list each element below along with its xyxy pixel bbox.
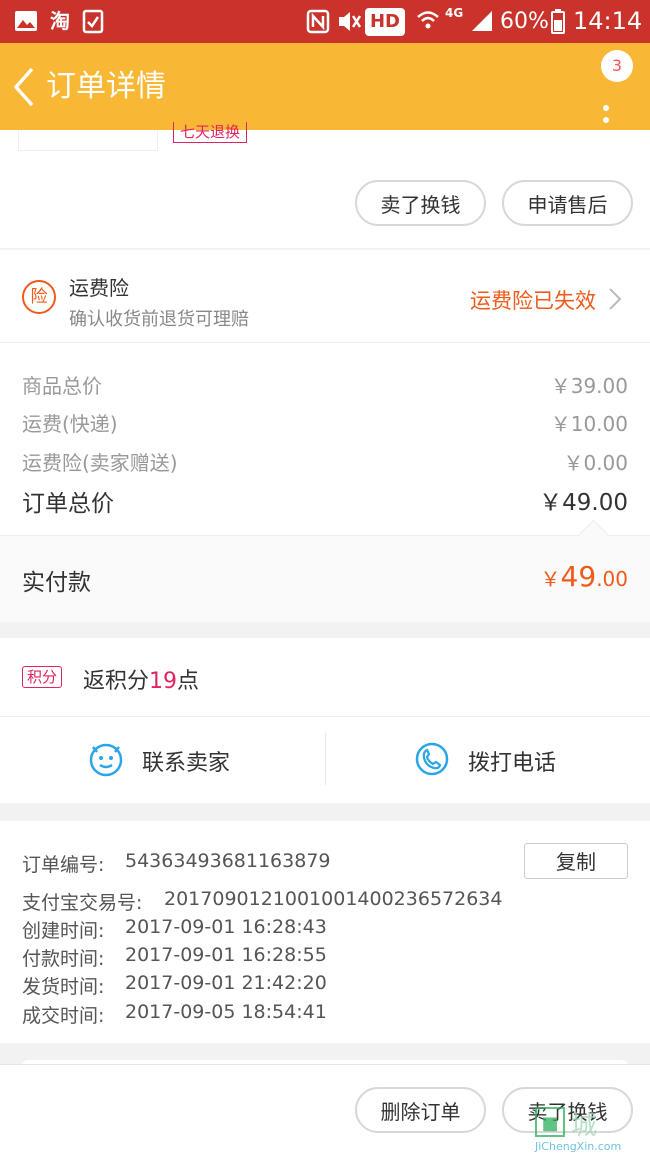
call-phone-label: 拨打电话 [468,751,557,776]
insurance-subtitle: 确认收货前退货可理赔 [69,309,249,330]
shipping-insurance-row[interactable]: 险 运费险 确认收货前退货可理赔 运费险已失效 [0,250,650,343]
paid-decimal: .00 [596,567,628,591]
points-row: 积分 返积分19点 [0,638,650,717]
more-dot [603,117,609,123]
nfc-icon [306,0,330,43]
contact-seller-button[interactable]: 联系卖家 [0,717,325,803]
chat-face-icon [88,741,124,781]
hd-badge: HD [365,8,405,36]
price-breakdown: 商品总价 ￥39.00 运费(快递) ￥10.00 运费险(卖家赠送) ￥0.0… [0,343,650,535]
contact-seller-label: 联系卖家 [142,751,231,776]
alipay-trade-value: 2017090121001001400236572634 [164,888,503,910]
shipping-value: ￥10.00 [550,412,628,436]
points-prefix: 返积分 [83,669,150,694]
mute-icon [336,0,362,43]
watermark-logo-icon: ■ [535,1107,565,1137]
paid-time-label: 付款时间: [22,948,105,970]
seven-day-return-tag: 七天退换 [173,122,248,143]
chevron-left-icon [13,67,34,107]
apply-after-sale-button[interactable]: 申请售后 [502,180,633,226]
created-time-value: 2017-09-01 16:28:43 [125,916,327,938]
points-suffix: 点 [177,669,200,694]
chevron-right-icon [608,287,622,315]
call-phone-button[interactable]: 拨打电话 [326,717,650,803]
wifi-icon [415,0,441,43]
order-info: 订单编号: 54363493681163879 复制 支付宝交易号: 20170… [0,821,650,1043]
completed-time-value: 2017-09-05 18:54:41 [125,1001,327,1023]
contact-bar: 联系卖家 拨打电话 [0,717,650,803]
shipped-time-value: 2017-09-01 21:42:20 [125,972,327,994]
site-watermark: ■ 城 JiChengXin.com [535,1105,650,1155]
sell-for-cash-button[interactable]: 卖了换钱 [355,180,486,226]
order-number-value: 54363493681163879 [125,850,331,872]
copy-button[interactable]: 复制 [524,843,628,879]
nav-bar: 订单详情 3 [0,43,650,130]
gallery-icon [14,0,38,43]
paid-integer: 49 [560,560,597,593]
battery-percent: 60% [500,9,549,34]
goods-total-value: ￥39.00 [550,374,628,398]
paid-label: 实付款 [22,570,91,596]
shipped-time-label: 发货时间: [22,976,105,998]
insurance-fee-value: ￥0.00 [563,451,628,475]
order-number-label: 订单编号: [22,854,105,876]
page-title: 订单详情 [46,69,166,104]
insurance-status: 运费险已失效 [470,289,596,313]
watermark-site: JiChengXin.com [535,1140,622,1153]
taobao-icon: 淘 [50,9,70,33]
points-text: 返积分19点 [83,663,199,695]
currency-symbol: ￥ [540,567,561,591]
order-total-label: 订单总价 [22,491,114,517]
status-bar: 淘 HD 4G 60% 14:14 [0,0,650,43]
clipboard-icon [82,0,104,43]
network-type: 4G [445,6,464,20]
back-button[interactable] [10,65,44,109]
points-tag: 积分 [22,666,63,688]
created-time-label: 创建时间: [22,920,105,942]
order-total-value: ￥49.00 [539,490,628,516]
goods-total-label: 商品总价 [22,374,102,398]
battery-icon [551,0,565,43]
signal-icon [470,0,494,43]
more-menu-button[interactable] [590,83,620,133]
insurance-icon: 险 [22,280,56,314]
product-card: 七天退换 卖了换钱 申请售后 [0,122,650,248]
paid-value: ￥49.00 [541,560,628,593]
insurance-fee-label: 运费险(卖家赠送) [22,451,178,475]
more-dots-icon [603,105,609,111]
insurance-title: 运费险 [69,276,129,300]
clock: 14:14 [573,7,643,35]
paid-time-value: 2017-09-01 16:28:55 [125,944,327,966]
product-thumbnail[interactable] [18,130,158,151]
alipay-trade-label: 支付宝交易号: [22,892,143,914]
paid-amount-row: 实付款 ￥49.00 [0,519,650,622]
watermark-brand: 城 [571,1111,598,1141]
phone-icon [414,741,450,781]
completed-time-label: 成交时间: [22,1005,105,1027]
delete-order-button[interactable]: 删除订单 [355,1087,486,1133]
shipping-label: 运费(快递) [22,412,118,436]
message-count-badge: 3 [601,50,633,82]
points-number: 19 [149,669,178,694]
